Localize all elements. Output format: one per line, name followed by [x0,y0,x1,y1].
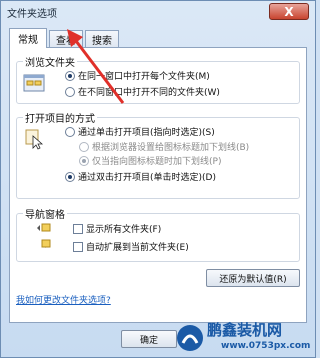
auto-expand-option[interactable]: 自动扩展到当前文件夹(E) [73,240,189,253]
folder-window-icon [23,74,45,92]
single-click-label: 通过单击打开项目(指向时选定)(S) [78,128,215,138]
folder-tree-icon [37,223,51,248]
double-click-label: 通过双击打开项目(单击时选定)(D) [78,173,216,183]
radio-underline-browser[interactable] [79,141,89,152]
radio-same-window[interactable] [65,70,75,81]
new-window-label: 在不同窗口中打开不同的文件夹(W) [78,88,220,98]
tab-general[interactable]: 常规 [9,28,47,48]
watermark-url: www.0753px.com [221,341,311,351]
underline-point-option[interactable]: 仅当指向图标标题时加下划线(P) [79,154,221,167]
general-tab-panel: 浏览文件夹 在同一窗口中打开每个文件夹(M) 在不同窗口中打开不同的文件夹(W)… [9,47,307,323]
underline-point-label: 仅当指向图标标题时加下划线(P) [92,157,222,167]
open-items-title: 打开项目的方式 [23,110,97,125]
close-icon: X [284,4,294,19]
title-bar[interactable]: 文件夹选项 X [1,1,315,23]
restore-defaults-button[interactable]: 还原为默认值(R) [206,269,300,287]
checkbox-auto-expand[interactable] [73,241,83,252]
radio-underline-point[interactable] [79,155,89,166]
open-items-group: 打开项目的方式 通过单击打开项目(指向时选定)(S) 根据浏览器设置给图标标题加… [16,110,300,199]
ok-button[interactable]: 确定 [121,330,177,348]
watermark-logo-icon [177,325,203,351]
site-watermark: 鹏鑫装机网 www.0753px.com [171,319,317,358]
underline-browser-label: 根据浏览器设置给图标标题加下划线(B) [92,143,250,153]
radio-double-click[interactable] [65,171,75,182]
window-title: 文件夹选项 [7,9,57,20]
browse-same-window-option[interactable]: 在同一窗口中打开每个文件夹(M) [65,69,210,82]
watermark-name: 鹏鑫装机网 [207,321,283,339]
double-click-option[interactable]: 通过双击打开项目(单击时选定)(D) [65,170,216,183]
navigation-pane-group: 导航窗格 显示所有文件夹(F) 自动扩展到当前文件夹(E) [16,206,300,262]
pointer-click-icon [25,129,44,150]
auto-expand-label: 自动扩展到当前文件夹(E) [86,243,189,253]
tab-search[interactable]: 搜索 [85,30,119,48]
same-window-label: 在同一窗口中打开每个文件夹(M) [78,72,210,82]
browse-folders-group: 浏览文件夹 在同一窗口中打开每个文件夹(M) 在不同窗口中打开不同的文件夹(W) [16,54,300,104]
show-all-folders-option[interactable]: 显示所有文件夹(F) [73,222,161,235]
radio-new-window[interactable] [65,86,75,97]
browse-new-window-option[interactable]: 在不同窗口中打开不同的文件夹(W) [65,85,220,98]
show-all-folders-label: 显示所有文件夹(F) [86,225,162,235]
underline-browser-option[interactable]: 根据浏览器设置给图标标题加下划线(B) [79,140,249,153]
radio-single-click[interactable] [65,126,75,137]
folder-options-window: 文件夹选项 X 常规 查看 搜索 浏览文件夹 在同一窗口中打开每个文件夹(M) [0,0,316,358]
close-button[interactable]: X [269,3,309,20]
navigation-pane-title: 导航窗格 [23,206,67,221]
single-click-option[interactable]: 通过单击打开项目(指向时选定)(S) [65,125,215,138]
help-link[interactable]: 我如何更改文件夹选项? [16,293,111,306]
tab-strip: 常规 查看 搜索 [9,28,121,48]
browse-folders-title: 浏览文件夹 [23,54,77,69]
checkbox-show-all-folders[interactable] [73,223,83,234]
tab-view[interactable]: 查看 [49,30,83,48]
